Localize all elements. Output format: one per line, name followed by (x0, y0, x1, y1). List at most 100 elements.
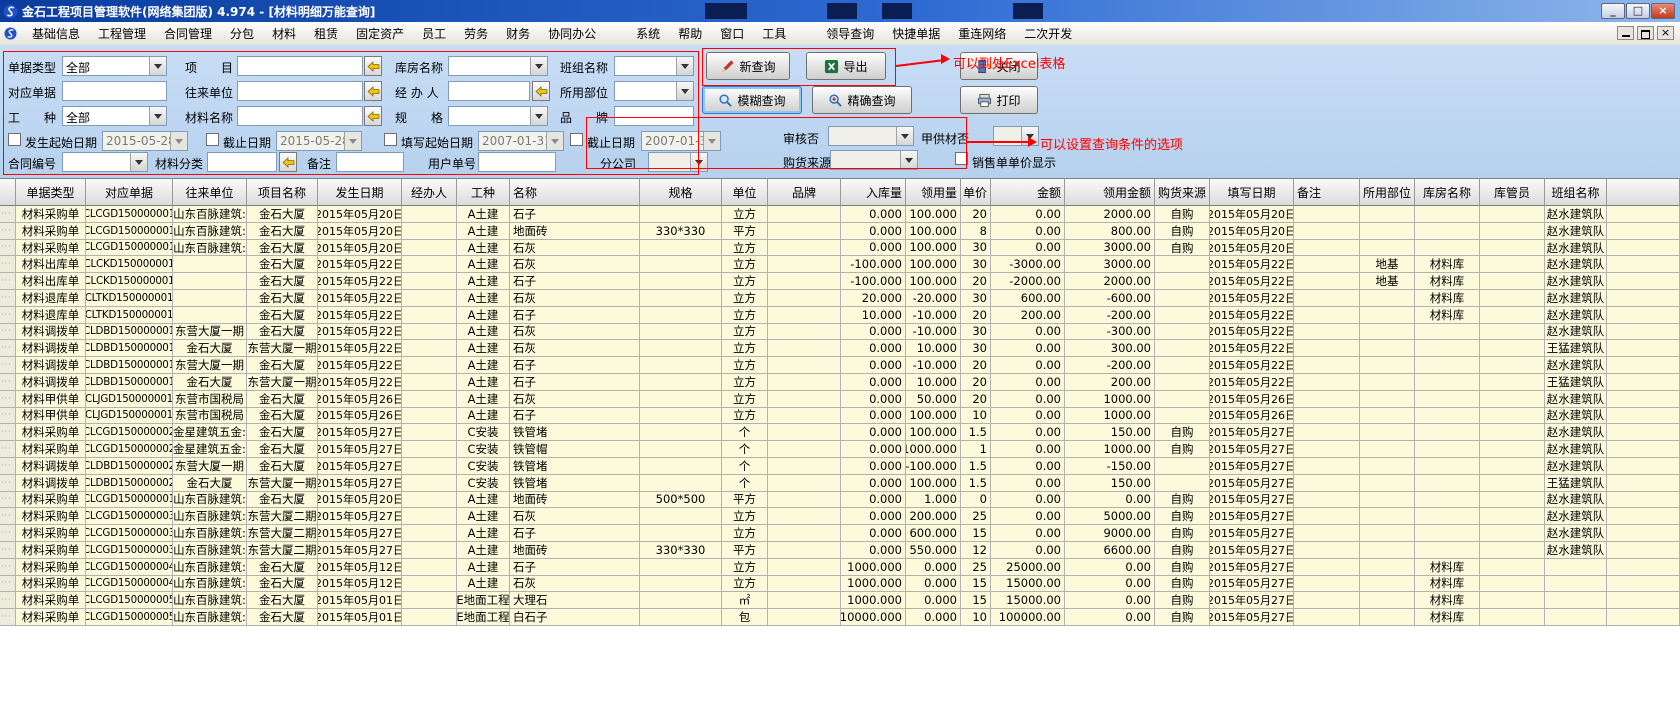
column-header[interactable]: 项目名称 (247, 178, 318, 206)
mdi-restore-icon[interactable] (1637, 26, 1654, 40)
project-input[interactable] (237, 56, 363, 76)
menu-item[interactable]: 员工 (413, 22, 455, 45)
table-row[interactable]: ···材料采购单CLCGD150000004山东百脉建筑:金石大厦2015年05… (0, 559, 1680, 576)
table-row[interactable]: ···材料采购单CLCGD150000003山东百脉建筑:东营大厦二期2015年… (0, 525, 1680, 542)
warehouse-combo[interactable] (448, 56, 548, 76)
work-type-combo[interactable]: 全部 (62, 106, 167, 126)
table-row[interactable]: ···材料采购单CLCGD150000001山东百脉建筑:金石大厦2015年05… (0, 206, 1680, 223)
row-selector[interactable]: ··· (0, 273, 16, 290)
column-header[interactable]: 备注 (1294, 178, 1360, 206)
row-selector[interactable]: ··· (0, 357, 16, 374)
table-row[interactable]: ···材料出库单CLCKD150000001金石大厦2015年05月22日A土建… (0, 256, 1680, 273)
use-position-combo[interactable] (614, 81, 694, 101)
export-button[interactable]: 导出 (806, 52, 886, 80)
table-row[interactable]: ···材料采购单CLCGD150000005山东百脉建筑:金石大厦2015年05… (0, 592, 1680, 609)
agent-input[interactable] (448, 81, 530, 101)
column-header[interactable]: 入库量 (841, 178, 906, 206)
row-selector[interactable]: ··· (0, 458, 16, 475)
menu-item[interactable]: 合同管理 (155, 22, 221, 45)
minimize-button[interactable]: _ (1601, 3, 1625, 19)
column-header[interactable] (1607, 178, 1680, 206)
start-date-checkbox[interactable] (8, 133, 21, 146)
fuzzy-query-button[interactable]: 模糊查询 (702, 86, 802, 114)
menu-item[interactable]: 工程管理 (89, 22, 155, 45)
menu-item[interactable]: 二次开发 (1015, 22, 1081, 45)
agent-lookup-button[interactable] (532, 81, 550, 101)
table-row[interactable]: ···材料调拨单CLDBD150000001东营大厦一期金石大厦2015年05月… (0, 357, 1680, 374)
row-selector[interactable]: ··· (0, 424, 16, 441)
column-header[interactable]: 工种 (457, 178, 510, 206)
fill-end-date-checkbox[interactable] (570, 133, 583, 146)
row-selector[interactable]: ··· (0, 223, 16, 240)
menu-item[interactable]: 劳务 (455, 22, 497, 45)
column-header[interactable]: 所用部位 (1360, 178, 1415, 206)
contract-no-combo[interactable] (62, 152, 148, 172)
menu-item[interactable]: 领导查询 (817, 22, 883, 45)
user-bill-no-input[interactable] (478, 152, 556, 172)
menu-item[interactable]: 租赁 (305, 22, 347, 45)
table-row[interactable]: ···材料退库单CLTKD150000001金石大厦2015年05月22日A土建… (0, 290, 1680, 307)
purchase-source-combo[interactable] (830, 150, 918, 170)
table-row[interactable]: ···材料调拨单CLDBD150000001东营大厦一期金石大厦2015年05月… (0, 324, 1680, 341)
column-header[interactable]: 名称 (510, 178, 640, 206)
table-row[interactable]: ···材料调拨单CLDBD150000001金石大厦东营大厦一期2015年05月… (0, 340, 1680, 357)
row-selector[interactable]: ··· (0, 525, 16, 542)
menu-item[interactable]: 帮助 (669, 22, 711, 45)
end-date-checkbox[interactable] (206, 133, 219, 146)
column-header[interactable]: 规格 (640, 178, 722, 206)
table-row[interactable]: ···材料调拨单CLDBD150000001金石大厦东营大厦一期2015年05月… (0, 374, 1680, 391)
chevron-down-icon[interactable] (130, 153, 147, 171)
end-date-picker[interactable]: 2015-05-28 (276, 131, 362, 151)
table-row[interactable]: ···材料甲供单CLJGD150000001东营市国税局金石大厦2015年05月… (0, 408, 1680, 425)
column-header[interactable]: 发生日期 (318, 178, 402, 206)
fill-start-date-picker[interactable]: 2007-01-31 (478, 131, 564, 151)
menu-item[interactable]: 固定资产 (347, 22, 413, 45)
brand-input[interactable] (614, 106, 694, 126)
column-header[interactable]: 品牌 (768, 178, 841, 206)
menu-item[interactable]: 工具 (753, 22, 795, 45)
audited-combo[interactable] (828, 126, 914, 146)
row-selector[interactable]: ··· (0, 290, 16, 307)
column-header[interactable]: 单位 (722, 178, 768, 206)
menu-item[interactable]: 财务 (497, 22, 539, 45)
menu-item[interactable]: 快捷单据 (883, 22, 949, 45)
menu-item[interactable]: 基础信息 (23, 22, 89, 45)
column-header[interactable]: 班组名称 (1545, 178, 1607, 206)
row-selector[interactable]: ··· (0, 609, 16, 626)
row-selector[interactable]: ··· (0, 542, 16, 559)
material-class-input[interactable] (207, 152, 277, 172)
row-selector[interactable]: ··· (0, 307, 16, 324)
mdi-minimize-icon[interactable] (1617, 26, 1634, 40)
table-row[interactable]: ···材料甲供单CLJGD150000001东营市国税局金石大厦2015年05月… (0, 391, 1680, 408)
material-class-lookup-button[interactable] (279, 152, 297, 172)
chevron-down-icon[interactable] (676, 57, 693, 75)
close-window-button[interactable]: × (1651, 3, 1675, 19)
start-date-picker[interactable]: 2015-05-28 (102, 131, 188, 151)
column-header[interactable]: 对应单据 (86, 178, 173, 206)
ref-bill-input[interactable] (62, 81, 167, 101)
menu-item[interactable]: 重连网络 (949, 22, 1015, 45)
menu-item[interactable]: 系统 (627, 22, 669, 45)
project-lookup-button[interactable] (364, 56, 382, 76)
partner-lookup-button[interactable] (364, 81, 382, 101)
chevron-down-icon[interactable] (896, 127, 913, 145)
table-row[interactable]: ···材料采购单CLCGD150000005山东百脉建筑:金石大厦2015年05… (0, 609, 1680, 626)
row-selector[interactable]: ··· (0, 206, 16, 223)
menu-item[interactable]: 分包 (221, 22, 263, 45)
column-header[interactable]: 领用量 (906, 178, 961, 206)
new-query-button[interactable]: 新查询 (706, 52, 790, 80)
table-row[interactable]: ···材料采购单CLCGD150000003山东百脉建筑:东营大厦二期2015年… (0, 542, 1680, 559)
table-row[interactable]: ···材料采购单CLCGD150000003山东百脉建筑:东营大厦二期2015年… (0, 508, 1680, 525)
fill-end-date-picker[interactable]: 2007-01-31 (641, 131, 721, 151)
column-header[interactable]: 填写日期 (1210, 178, 1294, 206)
chevron-down-icon[interactable] (703, 132, 720, 150)
chevron-down-icon[interactable] (530, 57, 547, 75)
row-selector[interactable]: ··· (0, 576, 16, 593)
partner-input[interactable] (237, 81, 363, 101)
fill-start-date-checkbox[interactable] (384, 133, 397, 146)
row-selector[interactable]: ··· (0, 592, 16, 609)
row-selector[interactable]: ··· (0, 324, 16, 341)
row-selector[interactable]: ··· (0, 508, 16, 525)
row-selector[interactable]: ··· (0, 240, 16, 257)
spec-combo[interactable] (448, 106, 548, 126)
